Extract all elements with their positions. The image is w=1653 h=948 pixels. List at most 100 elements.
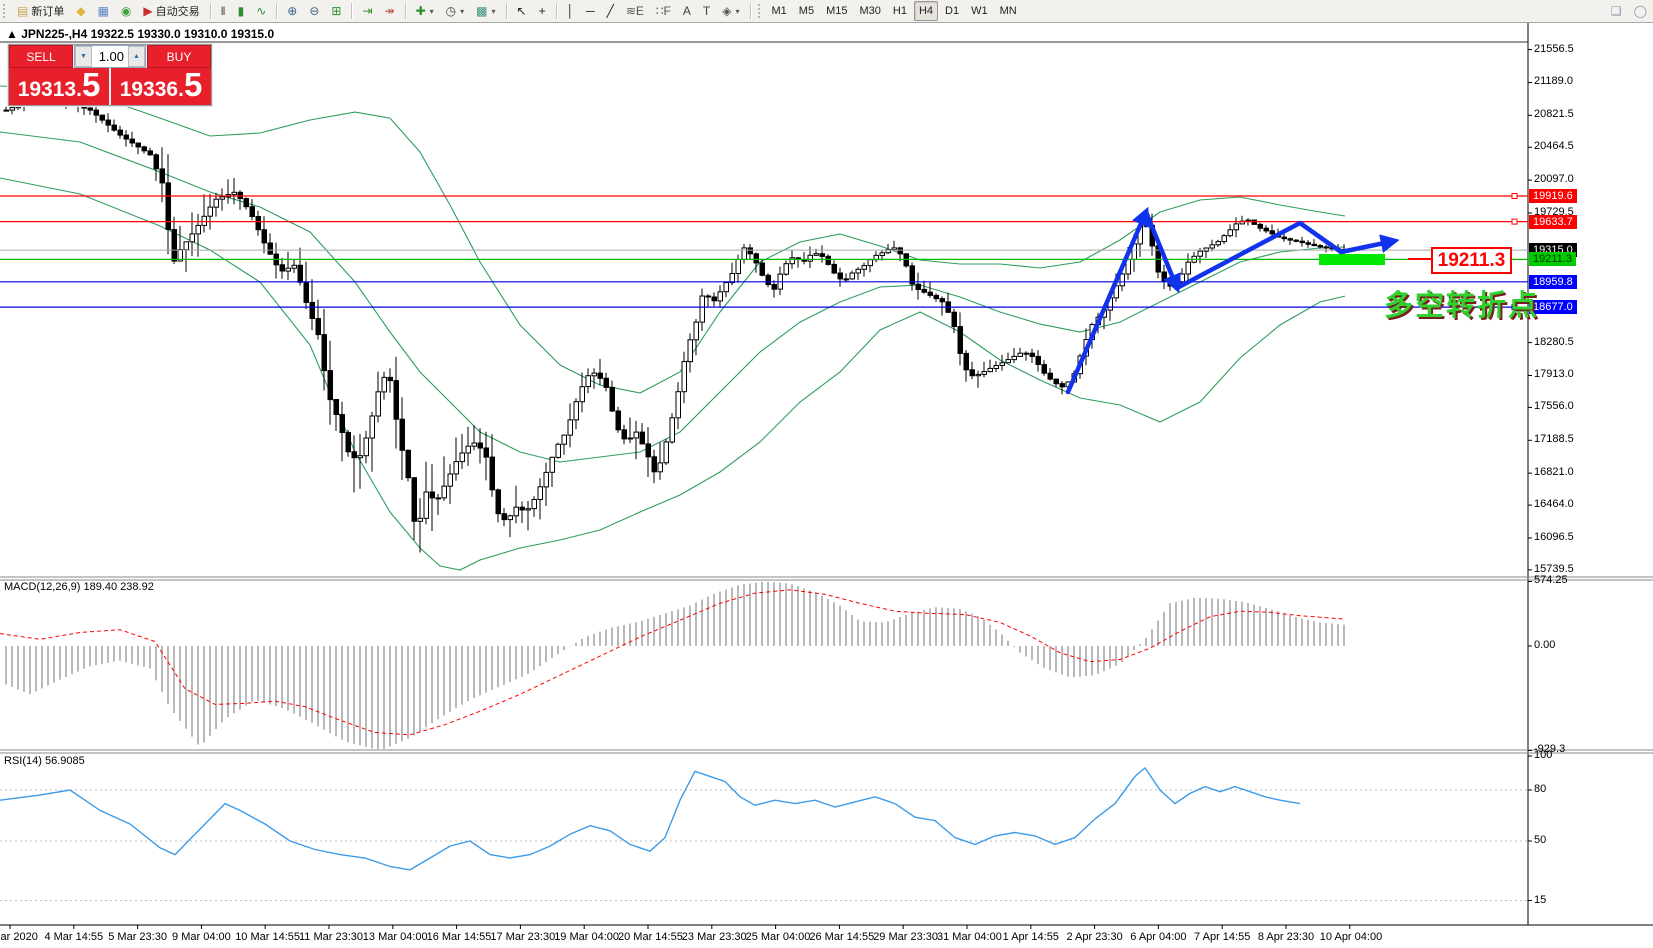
candle-body (381, 376, 387, 393)
line-handle (1511, 218, 1518, 225)
buy-button[interactable]: BUY (147, 45, 211, 68)
candle-body (711, 296, 717, 302)
rsi-line[interactable] (0, 766, 1301, 871)
candle-body (279, 264, 285, 272)
price-tag-19919.6: 19919.6 (1529, 189, 1577, 203)
candle-body (645, 443, 651, 458)
candle-body (1143, 224, 1149, 227)
candle-body (783, 263, 789, 275)
candle-body (957, 326, 963, 354)
candle-body (1185, 261, 1191, 275)
bollinger-upper-band[interactable] (0, 85, 1346, 394)
highlight-bar[interactable] (1319, 254, 1385, 265)
price-tick-label: 20097.0 (1534, 173, 1574, 186)
rsi-axis-label: 15 (1534, 893, 1547, 906)
candle-body (333, 399, 339, 415)
candle-body (507, 515, 513, 521)
price-annotation-box[interactable]: 19211.3 (1431, 247, 1512, 274)
candle-body (825, 255, 831, 265)
candle-body (603, 377, 609, 388)
date-label: 19 Mar 04:00 (554, 931, 620, 943)
date-label: 25 Mar 04:00 (745, 931, 811, 943)
line-handle (1511, 193, 1518, 199)
macd-axis-label: 574.25 (1534, 574, 1568, 587)
candle-body (219, 196, 225, 200)
candle-body (891, 247, 897, 251)
candle-body (1257, 223, 1263, 229)
macd-axis-label: 0.00 (1534, 639, 1556, 651)
candle-body (357, 455, 363, 459)
volume-input[interactable]: 1.00 (92, 46, 128, 67)
candle-body (993, 365, 999, 369)
candle-body (1053, 378, 1059, 385)
volume-increase-button[interactable]: ▲ (128, 46, 145, 67)
candle-body (771, 284, 777, 290)
candle-body (675, 391, 681, 419)
date-label: 4 Mar 14:55 (44, 931, 104, 943)
candle-body (171, 229, 177, 262)
candle-body (597, 372, 603, 379)
candle-body (789, 257, 795, 265)
candle-body (255, 216, 261, 231)
price-tick-label: 16464.0 (1534, 498, 1574, 511)
price-tick-label: 20464.5 (1534, 140, 1574, 153)
price-tick-label: 18280.5 (1534, 335, 1574, 348)
bollinger-middle-band[interactable] (0, 131, 1346, 463)
candle-body (111, 124, 117, 131)
date-label: 2 Mar 2020 (0, 931, 38, 943)
candle-body (363, 437, 369, 457)
candle-body (1017, 352, 1023, 357)
candle-body (489, 456, 495, 491)
candle-body (351, 451, 357, 459)
candle-body (1287, 238, 1293, 241)
candle-body (687, 339, 693, 363)
candle-body (531, 499, 537, 510)
collapse-arrow-icon[interactable]: ▲ (6, 27, 18, 41)
candle-body (867, 259, 873, 267)
date-label: 1 Apr 14:55 (1002, 931, 1059, 943)
date-label: 23 Mar 23:30 (681, 931, 747, 943)
candle-body (339, 414, 345, 434)
candle-body (1311, 243, 1317, 247)
candle-body (525, 508, 531, 511)
candle-body (1269, 230, 1275, 235)
date-label: 9 Mar 04:00 (172, 931, 231, 943)
trend-zigzag-arrow[interactable] (1065, 206, 1150, 395)
price-tick-label: 20821.5 (1534, 108, 1574, 121)
date-label: 6 Apr 04:00 (1130, 931, 1187, 943)
candle-body (483, 447, 489, 458)
candle-body (621, 429, 627, 440)
candle-body (243, 198, 249, 208)
candle-body (135, 142, 141, 148)
candle-body (213, 198, 219, 208)
date-label: 16 Mar 14:55 (426, 931, 492, 943)
bollinger-lower-band[interactable] (0, 177, 1346, 571)
volume-decrease-button[interactable]: ▼ (75, 46, 92, 67)
candle-body (399, 418, 405, 451)
turning-point-annotation[interactable]: 多空转折点 (1384, 282, 1539, 324)
candle-body (963, 352, 969, 371)
candle-body (195, 224, 201, 235)
candle-body (147, 150, 153, 156)
date-label: 31 Mar 04:00 (937, 931, 1002, 943)
date-label: 26 Mar 14:55 (809, 931, 875, 943)
candle-body (435, 497, 441, 500)
date-label: 8 Apr 23:30 (1257, 931, 1315, 943)
symbol-text: JPN225-,H4 19322.5 19330.0 19310.0 19315… (21, 27, 275, 41)
rsi-axis-label: 80 (1534, 783, 1547, 795)
candle-body (1041, 364, 1047, 374)
chart-canvas[interactable] (0, 0, 1653, 948)
date-label: 5 Mar 23:30 (108, 931, 167, 943)
candle-body (387, 376, 393, 382)
candle-body (813, 253, 819, 256)
candle-body (129, 138, 135, 144)
sell-button[interactable]: SELL (9, 45, 73, 68)
date-label: 17 Mar 23:30 (490, 931, 556, 943)
candle-body (297, 264, 303, 283)
candle-body (123, 134, 129, 140)
rsi-label: RSI(14) 56.9085 (4, 755, 85, 767)
candle-body (93, 109, 99, 116)
candle-body (939, 298, 945, 303)
candle-body (393, 380, 399, 420)
candle-body (735, 259, 741, 274)
